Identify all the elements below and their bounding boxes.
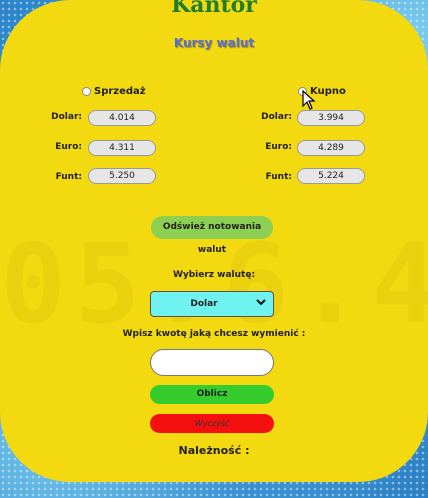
buy-dollar-label: Dolar:	[261, 112, 292, 122]
buy-pound-value: 5.224	[297, 168, 365, 184]
exchange-panel: 05.6.4 Kantor Kursy walut Sprzedaż Kupno…	[0, 0, 428, 482]
sell-radio-circle[interactable]	[82, 87, 91, 96]
sell-radio[interactable]: Sprzedaż	[82, 86, 146, 97]
buy-euro-value: 4.289	[297, 140, 365, 156]
chevron-down-icon	[256, 297, 266, 310]
buy-pound-label: Funt:	[265, 172, 292, 182]
currency-select[interactable]: Dolar	[150, 291, 274, 317]
result-label: Należność :	[178, 444, 250, 457]
sell-pound-label: Funt:	[55, 172, 82, 182]
page-title: Kantor	[171, 0, 257, 18]
buy-euro-label: Euro:	[265, 142, 292, 152]
clear-button[interactable]: Wyczyść	[150, 414, 274, 433]
sell-dollar-value: 4.014	[88, 110, 156, 126]
amount-input[interactable]	[150, 349, 274, 376]
refresh-rates-button[interactable]: Odśwież notowania walut	[151, 216, 273, 255]
mouse-cursor-icon	[302, 89, 316, 114]
sell-dollar-label: Dolar:	[51, 112, 82, 122]
rates-subtitle: Kursy walut	[173, 36, 255, 50]
sell-euro-value: 4.311	[88, 140, 156, 156]
amount-label: Wpisz kwotę jaką chcesz wymienić :	[122, 329, 306, 339]
sell-radio-label: Sprzedaż	[94, 86, 146, 97]
sell-pound-value: 5.250	[88, 168, 156, 184]
currency-select-label: Wybierz walutę:	[172, 270, 256, 280]
sell-euro-label: Euro:	[55, 142, 82, 152]
calculate-button[interactable]: Oblicz	[150, 385, 274, 404]
currency-select-value: Dolar	[190, 299, 218, 309]
